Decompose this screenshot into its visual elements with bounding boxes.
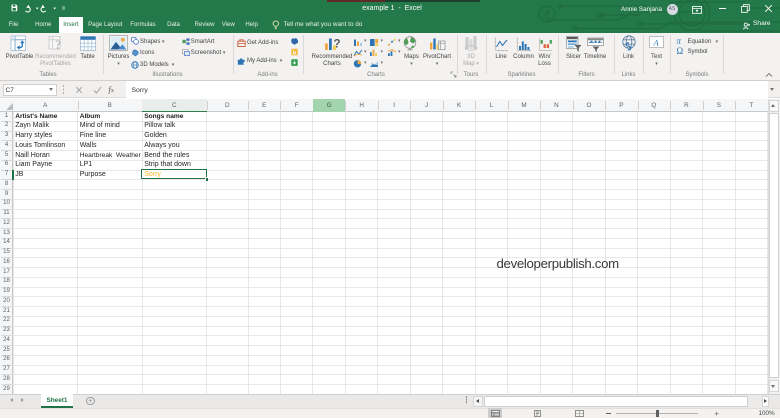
svg-text:?: ? <box>55 37 62 52</box>
svg-text:A: A <box>653 37 660 47</box>
svg-text:?: ? <box>334 39 341 51</box>
